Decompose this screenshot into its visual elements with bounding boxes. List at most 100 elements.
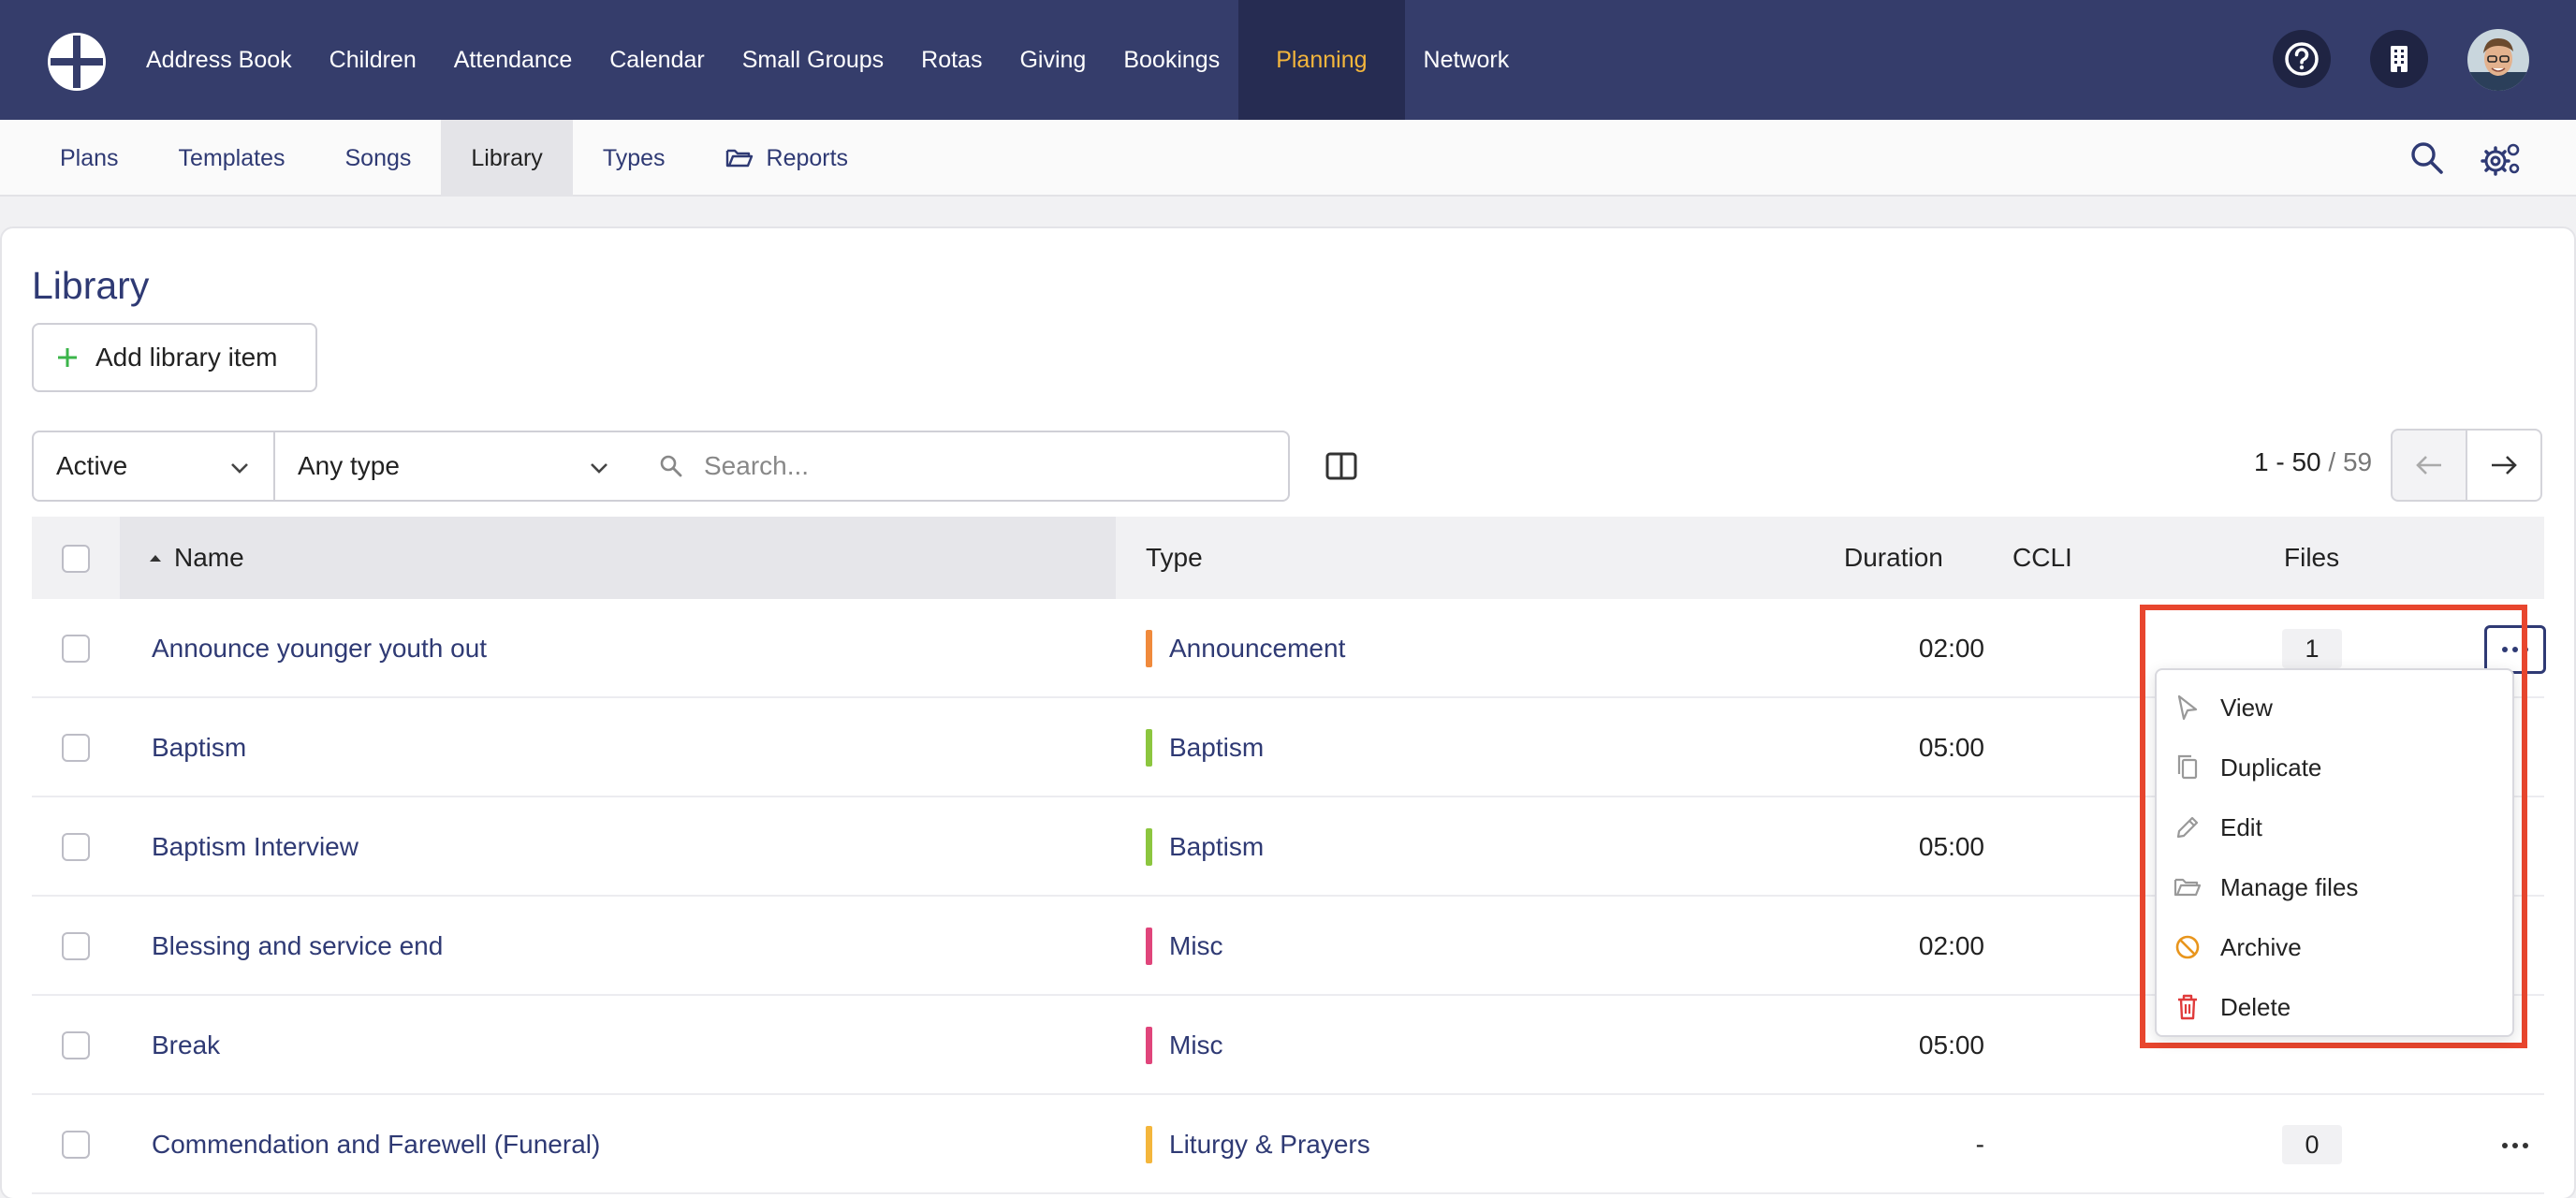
column-header-duration[interactable]: Duration	[1844, 517, 1943, 599]
item-type-label: Liturgy & Prayers	[1169, 1130, 1370, 1159]
type-color-bar	[1146, 630, 1152, 667]
nav-attendance[interactable]: Attendance	[435, 0, 592, 120]
item-duration: 02:00	[1918, 634, 1984, 663]
menu-item-view-label: View	[2220, 693, 2273, 722]
avatar-icon	[2467, 29, 2529, 91]
folder-icon	[2174, 878, 2202, 897]
add-library-item-label: Add library item	[95, 343, 278, 372]
chevron-down-icon	[591, 463, 607, 474]
row-checkbox[interactable]	[62, 1131, 90, 1159]
add-library-item-button[interactable]: Add library item	[32, 323, 317, 392]
pagination-total: / 59	[2328, 447, 2373, 476]
menu-item-edit-label: Edit	[2220, 812, 2262, 841]
table-header: Name Type Duration CCLI Files	[32, 517, 2544, 599]
nav-calendar[interactable]: Calendar	[591, 0, 723, 120]
chevron-down-icon	[231, 463, 248, 474]
menu-item-duplicate[interactable]: Duplicate	[2157, 738, 2512, 797]
help-button[interactable]	[2273, 30, 2331, 88]
row-actions-button[interactable]	[2484, 1121, 2546, 1170]
type-select[interactable]: Any type	[273, 431, 635, 502]
item-type: Announcement	[1146, 599, 1345, 698]
arrow-left-icon	[2416, 456, 2441, 475]
copy-icon	[2177, 754, 2198, 780]
item-name-link[interactable]: Announce younger youth out	[152, 599, 487, 698]
row-checkbox[interactable]	[62, 833, 90, 861]
item-type: Misc	[1146, 897, 1223, 996]
table-row: Commendation and Farewell (Funeral) Litu…	[32, 1095, 2544, 1194]
archive-ban-icon	[2175, 935, 2200, 959]
tab-templates[interactable]: Templates	[149, 120, 315, 197]
tab-reports[interactable]: Reports	[695, 120, 879, 197]
menu-item-delete[interactable]: Delete	[2157, 977, 2512, 1037]
tab-library[interactable]: Library	[441, 120, 573, 197]
row-actions-menu: View Duplicate Edit Manage files Archive…	[2155, 668, 2514, 1037]
item-name-link[interactable]: Baptism Interview	[152, 797, 359, 897]
page-title: Library	[32, 264, 150, 307]
column-header-name[interactable]: Name	[120, 517, 1116, 599]
row-checkbox[interactable]	[62, 1031, 90, 1059]
tab-songs[interactable]: Songs	[315, 120, 442, 197]
nav-children[interactable]: Children	[311, 0, 435, 120]
column-header-ccli[interactable]: CCLI	[2012, 517, 2072, 599]
item-type-label: Announcement	[1169, 634, 1346, 663]
user-avatar[interactable]	[2467, 29, 2529, 91]
cursor-icon	[2177, 694, 2198, 721]
columns-toggle-icon[interactable]	[1325, 451, 1357, 481]
sub-navigation: Plans Templates Songs Library Types Repo…	[0, 120, 2576, 197]
type-color-bar	[1146, 729, 1152, 767]
tab-plans[interactable]: Plans	[30, 120, 149, 197]
item-duration: 05:00	[1918, 832, 1984, 861]
organisation-button[interactable]	[2370, 30, 2428, 88]
nav-network[interactable]: Network	[1405, 0, 1529, 120]
item-name-link[interactable]: Baptism	[152, 698, 246, 797]
select-all-checkbox[interactable]	[62, 545, 90, 573]
item-duration: -	[1975, 1130, 1984, 1159]
settings-gears-icon[interactable]	[2481, 140, 2522, 178]
nav-small-groups[interactable]: Small Groups	[724, 0, 902, 120]
row-checkbox[interactable]	[62, 734, 90, 762]
type-color-bar	[1146, 828, 1152, 866]
item-type: Misc	[1146, 996, 1223, 1095]
status-select[interactable]: Active	[32, 431, 275, 502]
type-color-bar	[1146, 928, 1152, 965]
search-icon[interactable]	[2409, 140, 2445, 176]
menu-item-view[interactable]: View	[2157, 678, 2512, 738]
menu-item-duplicate-label: Duplicate	[2220, 752, 2322, 782]
item-type-label: Baptism	[1169, 733, 1265, 762]
files-count-badge: 0	[2282, 1125, 2342, 1164]
menu-item-edit[interactable]: Edit	[2157, 797, 2512, 857]
column-header-name-label: Name	[174, 543, 244, 572]
nav-bookings[interactable]: Bookings	[1105, 0, 1238, 120]
nav-rotas[interactable]: Rotas	[902, 0, 1001, 120]
nav-giving[interactable]: Giving	[1001, 0, 1105, 120]
sort-ascending-icon	[150, 555, 161, 562]
tab-types[interactable]: Types	[573, 120, 695, 197]
row-checkbox[interactable]	[62, 635, 90, 663]
column-header-files[interactable]: Files	[2284, 517, 2339, 599]
next-page-button[interactable]	[2466, 429, 2542, 502]
type-select-value: Any type	[298, 451, 400, 480]
item-name-link[interactable]: Break	[152, 996, 220, 1095]
item-duration: 05:00	[1918, 733, 1984, 762]
menu-item-manage-files[interactable]: Manage files	[2157, 857, 2512, 917]
trash-icon	[2178, 994, 2197, 1020]
status-select-value: Active	[56, 451, 128, 480]
nav-planning[interactable]: Planning	[1238, 0, 1405, 120]
column-header-type[interactable]: Type	[1146, 517, 1203, 599]
item-name-link[interactable]: Blessing and service end	[152, 897, 443, 996]
pagination-info: 1 - 50 / 59	[2254, 447, 2372, 477]
menu-item-archive-label: Archive	[2220, 932, 2302, 961]
nav-address-book[interactable]: Address Book	[127, 0, 311, 120]
menu-item-archive[interactable]: Archive	[2157, 917, 2512, 977]
item-name-link[interactable]: Commendation and Farewell (Funeral)	[152, 1095, 600, 1194]
type-color-bar	[1146, 1027, 1152, 1064]
church-cross-logo-icon[interactable]	[45, 30, 109, 94]
search-input[interactable]	[704, 451, 1228, 481]
item-duration: 02:00	[1918, 931, 1984, 960]
top-navigation: Address Book Children Attendance Calenda…	[0, 0, 2576, 120]
search-icon	[660, 455, 682, 477]
previous-page-button[interactable]	[2391, 429, 2467, 502]
help-icon	[2285, 42, 2319, 76]
row-checkbox[interactable]	[62, 932, 90, 960]
main-nav: Address Book Children Attendance Calenda…	[127, 0, 1528, 120]
